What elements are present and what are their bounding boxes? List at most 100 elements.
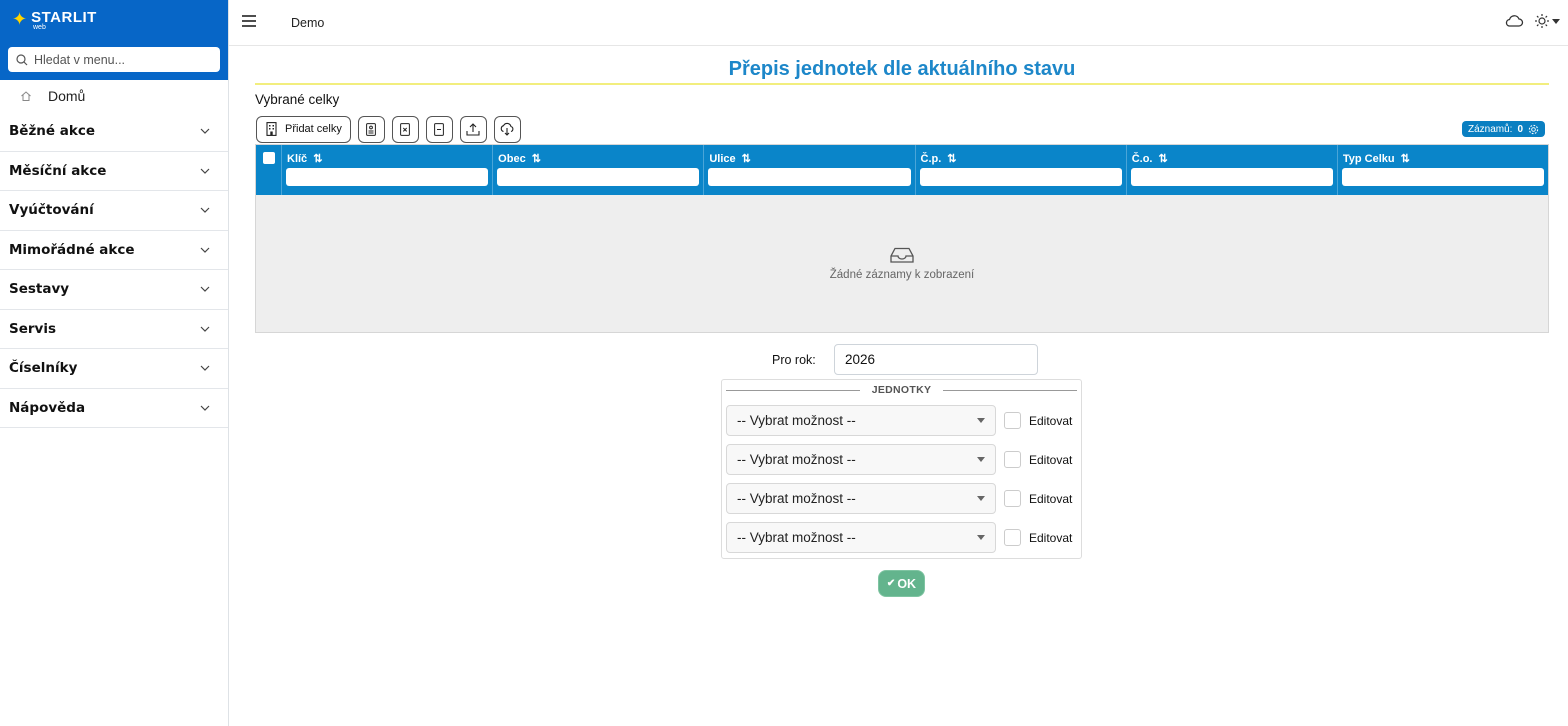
sidebar-item-home[interactable]: Domů (0, 80, 228, 112)
filter-input-co[interactable] (1130, 168, 1333, 186)
unit-row: -- Vybrat možnost -- Editovat (726, 522, 1072, 553)
hamburger-menu-icon[interactable] (241, 14, 257, 28)
column-title[interactable]: Č.o. (1132, 153, 1153, 165)
search-icon (16, 53, 28, 65)
sort-icon[interactable]: ⇅ (947, 152, 956, 165)
sort-icon[interactable]: ⇅ (313, 152, 322, 165)
ok-button[interactable]: ✔ OK (878, 570, 925, 597)
main-content: Přepis jednotek dle aktuálního stavu Vyb… (255, 46, 1549, 597)
column-typ-celku: Typ Celku ⇅ (1338, 145, 1548, 195)
column-co: Č.o. ⇅ (1127, 145, 1338, 195)
edit-label: Editovat (1029, 491, 1073, 506)
column-title[interactable]: Ulice (709, 153, 735, 165)
brand-sub: web (33, 24, 46, 31)
gear-icon[interactable] (1528, 124, 1539, 135)
sidebar-item-label: Vyúčtování (9, 202, 94, 219)
remove-all-button[interactable] (425, 115, 453, 143)
sort-icon[interactable]: ⇅ (532, 152, 541, 165)
add-units-label: Přidat celky (285, 123, 342, 135)
column-ulice: Ulice ⇅ (704, 145, 916, 195)
sun-icon (1535, 14, 1549, 28)
caret-down-icon (977, 535, 985, 540)
sidebar-item-vyuctovani[interactable]: Vyúčtování (0, 191, 228, 231)
sidebar-item-mimoradne-akce[interactable]: Mimořádné akce (0, 231, 228, 270)
column-klic: Klíč ⇅ (282, 145, 494, 195)
chevron-down-icon (200, 286, 210, 293)
breadcrumb[interactable]: Demo (291, 16, 324, 30)
document-x-icon (400, 122, 411, 136)
unit-row: -- Vybrat možnost -- Editovat (726, 444, 1072, 475)
chevron-down-icon (200, 247, 210, 253)
caret-down-icon (977, 496, 985, 501)
sidebar-item-label: Měsíční akce (9, 162, 107, 179)
menu-search (8, 47, 220, 72)
units-grid: Klíč ⇅ Obec ⇅ Ulice ⇅ Č.p. ⇅ Č.o. ⇅ Typ Celku… (255, 144, 1549, 333)
sidebar-item-mesicni-akce[interactable]: Měsíční akce (0, 152, 228, 191)
sidebar-item-ciselniky[interactable]: Číselníky (0, 349, 228, 389)
document-person-icon (366, 122, 377, 136)
sidebar-item-bezne-akce[interactable]: Běžné akce (0, 112, 228, 152)
menu-search-input[interactable] (34, 52, 214, 67)
filter-input-obec[interactable] (497, 168, 700, 186)
select-value: -- Vybrat možnost -- (737, 413, 856, 428)
unit-row: -- Vybrat možnost -- Editovat (726, 405, 1072, 436)
column-title[interactable]: Č.p. (921, 153, 942, 165)
edit-label: Editovat (1029, 452, 1073, 467)
sidebar-item-sestavy[interactable]: Sestavy (0, 270, 228, 310)
filter-input-klic[interactable] (286, 168, 489, 186)
year-label: Pro rok: (772, 352, 816, 367)
filter-input-typ-celku[interactable] (1341, 168, 1545, 186)
sidebar-item-label: Běžné akce (9, 123, 96, 140)
column-title[interactable]: Typ Celku (1343, 153, 1395, 165)
edit-checkbox[interactable] (1004, 412, 1021, 429)
sidebar-item-label: Servis (9, 320, 56, 337)
edit-checkbox[interactable] (1004, 490, 1021, 507)
chevron-down-icon (200, 365, 210, 372)
theme-toggle[interactable] (1534, 13, 1560, 29)
document-minus-icon (434, 122, 445, 136)
column-obec: Obec ⇅ (493, 145, 705, 195)
upload-icon (466, 122, 480, 136)
inbox-icon (890, 247, 914, 263)
select-all-checkbox[interactable] (256, 145, 282, 195)
filter-input-ulice[interactable] (708, 168, 911, 186)
topbar-icons (1504, 13, 1560, 29)
edit-checkbox[interactable] (1004, 529, 1021, 546)
chevron-down-icon (200, 405, 210, 411)
ok-label: OK (897, 576, 917, 591)
year-input[interactable] (834, 344, 1038, 375)
records-badge: Záznamů: 0 (1461, 121, 1545, 137)
edit-checkbox[interactable] (1004, 451, 1021, 468)
unit-select[interactable]: -- Vybrat možnost -- (726, 522, 996, 553)
starlit-logo[interactable]: ✦ STARLIT (12, 10, 97, 29)
topbar: Demo (229, 0, 1568, 46)
year-row: Pro rok: (772, 344, 1038, 375)
unit-select[interactable]: -- Vybrat možnost -- (726, 483, 996, 514)
sort-icon[interactable]: ⇅ (1158, 152, 1167, 165)
sort-icon[interactable]: ⇅ (1401, 152, 1410, 165)
building-icon (266, 122, 277, 136)
fieldset-legend: JEDNOTKY (726, 383, 1078, 397)
chevron-down-icon (200, 128, 210, 135)
column-title[interactable]: Klíč (287, 153, 307, 165)
cloud-icon[interactable] (1504, 13, 1524, 29)
section-label: Vybrané celky (255, 92, 340, 107)
page-title: Přepis jednotek dle aktuálního stavu (728, 58, 1076, 80)
sort-icon[interactable]: ⇅ (742, 152, 751, 165)
unit-select[interactable]: -- Vybrat možnost -- (726, 405, 996, 436)
sidebar-item-napoveda[interactable]: Nápověda (0, 389, 228, 428)
sidebar-item-label: Číselníky (9, 360, 78, 377)
select-value: -- Vybrat možnost -- (737, 530, 856, 545)
filter-input-cp[interactable] (919, 168, 1122, 186)
cloud-download-icon (501, 122, 514, 136)
add-units-button[interactable]: Přidat celky (256, 115, 351, 143)
remove-button[interactable] (391, 115, 419, 143)
column-title[interactable]: Obec (498, 153, 526, 165)
sidebar-item-servis[interactable]: Servis (0, 310, 228, 349)
upload-button[interactable] (459, 115, 487, 143)
grid-toolbar: Přidat celky Záznamů: 0 (255, 114, 1549, 144)
edit-label: Editovat (1029, 530, 1073, 545)
unit-select[interactable]: -- Vybrat možnost -- (726, 444, 996, 475)
detail-button[interactable] (357, 115, 385, 143)
cloud-download-button[interactable] (493, 115, 521, 143)
